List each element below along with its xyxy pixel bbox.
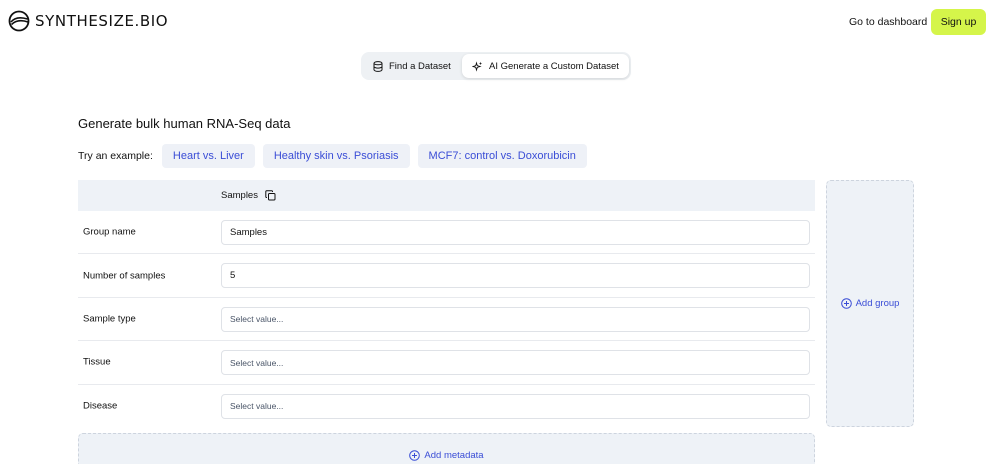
- add-group-button[interactable]: Add group: [826, 180, 914, 427]
- logo-icon: [8, 10, 30, 32]
- column-title: Samples: [221, 190, 258, 201]
- table-row: Tissue Select value...: [78, 341, 815, 385]
- brand-name: SYNTHESIZE.BIO: [35, 12, 169, 30]
- row-label-disease: Disease: [83, 400, 118, 412]
- table-row: Number of samples 5: [78, 254, 815, 298]
- number-of-samples-input[interactable]: 5: [221, 263, 810, 289]
- group-name-input[interactable]: Samples: [221, 220, 810, 245]
- examples-label: Try an example:: [78, 150, 153, 162]
- add-group-label: Add group: [855, 298, 900, 309]
- find-dataset-tab[interactable]: Find a Dataset: [363, 54, 461, 78]
- find-dataset-label: Find a Dataset: [389, 60, 451, 72]
- copy-icon[interactable]: [265, 190, 276, 201]
- row-label-group-name: Group name: [83, 226, 136, 238]
- example-chip-heart-liver[interactable]: Heart vs. Liver: [161, 144, 255, 168]
- page-title: Generate bulk human RNA-Seq data: [78, 116, 291, 131]
- add-metadata-label: Add metadata: [424, 449, 484, 461]
- tissue-select[interactable]: Select value...: [221, 350, 810, 376]
- table-row: Disease Select value...: [78, 385, 815, 428]
- examples-row: Try an example: Heart vs. Liver Healthy …: [78, 144, 595, 168]
- plus-circle-icon: [409, 449, 421, 461]
- example-chip-skin-psoriasis[interactable]: Healthy skin vs. Psoriasis: [262, 144, 410, 168]
- brand-logo[interactable]: SYNTHESIZE.BIO: [8, 10, 168, 32]
- row-label-sample-type: Sample type: [83, 313, 136, 325]
- row-label-tissue: Tissue: [83, 356, 111, 368]
- group-table: Samples Group name Samples Number of sam…: [78, 180, 815, 428]
- column-header-samples: Samples: [221, 190, 276, 201]
- table-row: Group name Samples: [78, 211, 815, 255]
- mode-toggle: Find a Dataset AI Generate a Custom Data…: [361, 52, 631, 80]
- disease-select[interactable]: Select value...: [221, 393, 810, 419]
- example-chip-mcf7-doxorubicin[interactable]: MCF7: control vs. Doxorubicin: [417, 144, 587, 168]
- ai-generate-label: AI Generate a Custom Dataset: [489, 60, 619, 72]
- go-to-dashboard-link[interactable]: Go to dashboard: [849, 16, 927, 28]
- sample-type-select[interactable]: Select value...: [221, 306, 810, 332]
- ai-generate-tab[interactable]: AI Generate a Custom Dataset: [462, 54, 629, 78]
- plus-circle-icon: [840, 298, 852, 309]
- table-header: Samples: [78, 180, 815, 211]
- top-header: SYNTHESIZE.BIO Go to dashboard Sign up: [0, 0, 1000, 44]
- sign-up-button[interactable]: Sign up: [931, 9, 986, 35]
- database-icon: [373, 60, 383, 72]
- sparkles-icon: [472, 60, 483, 72]
- row-label-number-of-samples: Number of samples: [83, 270, 166, 282]
- table-row: Sample type Select value...: [78, 298, 815, 342]
- add-metadata-button[interactable]: Add metadata: [78, 433, 815, 464]
